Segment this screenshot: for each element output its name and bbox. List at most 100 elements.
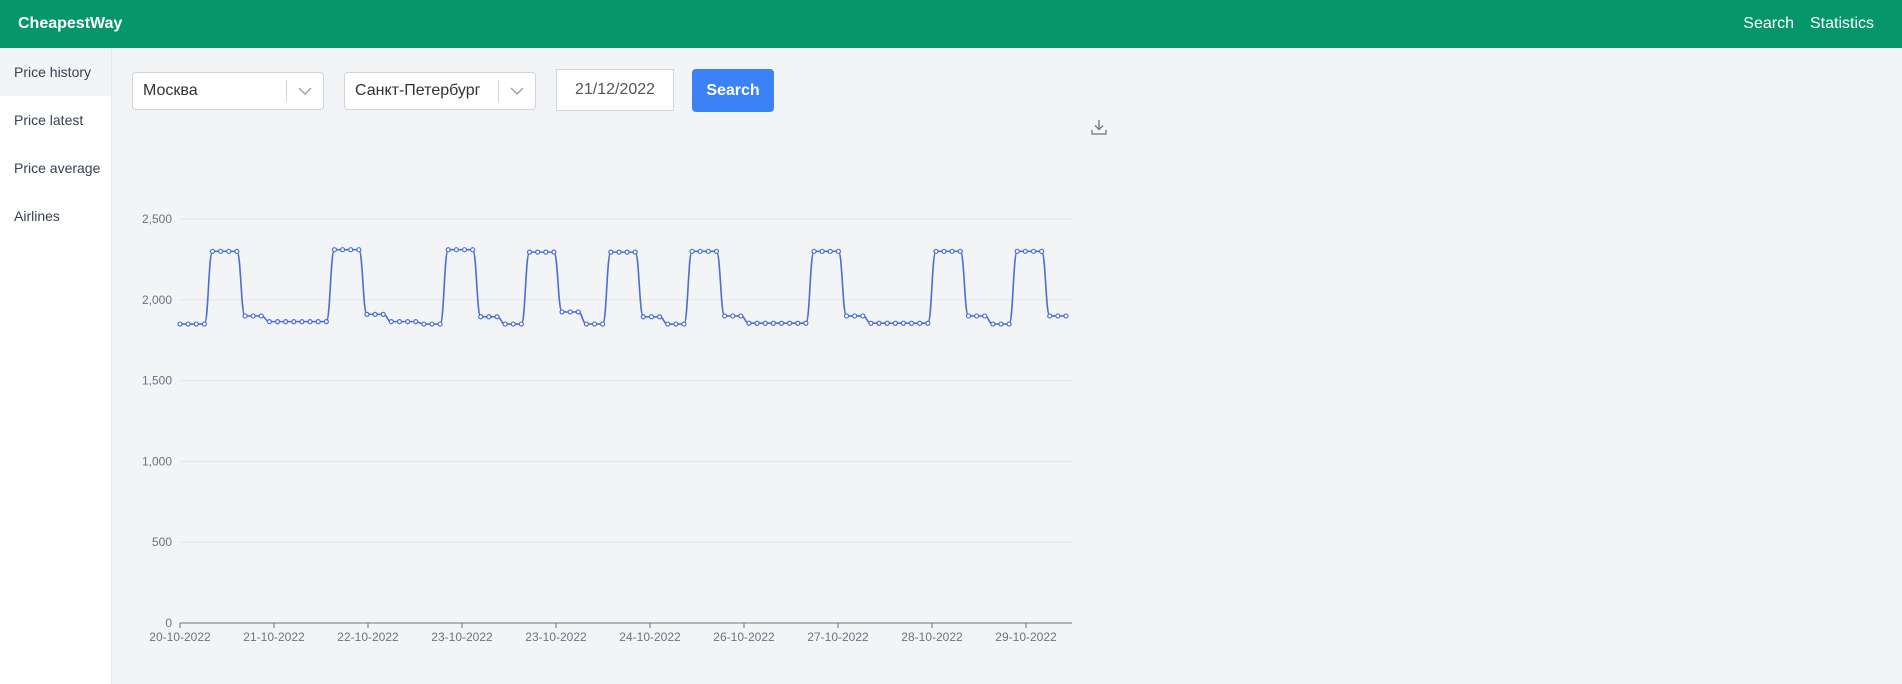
x-tick-label: 21-10-2022 — [243, 630, 305, 644]
data-point — [226, 248, 232, 254]
data-point — [624, 249, 630, 255]
x-tick-label: 27-10-2022 — [807, 630, 869, 644]
brand-logo[interactable]: CheapestWay — [18, 15, 122, 33]
data-point — [827, 248, 833, 254]
data-point — [193, 321, 199, 327]
data-point — [689, 248, 695, 254]
data-point — [551, 249, 557, 255]
data-point — [665, 321, 671, 327]
data-point — [250, 313, 256, 319]
data-point — [291, 319, 297, 325]
data-point — [177, 321, 183, 327]
main-content: Москва Санкт-Петербург Search 0 500 1,000 1… — [112, 48, 1902, 684]
x-tick-label: 24-10-2022 — [619, 630, 681, 644]
data-point — [218, 248, 224, 254]
data-point — [746, 320, 752, 326]
data-point — [1006, 321, 1012, 327]
data-point — [738, 313, 744, 319]
data-point — [600, 321, 606, 327]
data-point — [1047, 313, 1053, 319]
x-tick-label: 20-10-2022 — [149, 630, 211, 644]
data-point — [453, 247, 459, 253]
destination-select[interactable]: Санкт-Петербург — [344, 72, 536, 110]
data-point — [681, 321, 687, 327]
data-point — [274, 319, 281, 325]
chevron-down-icon[interactable] — [287, 86, 323, 96]
data-point — [299, 319, 305, 325]
y-tick-label: 500 — [152, 535, 172, 549]
download-icon[interactable] — [1090, 118, 1108, 136]
data-point — [949, 248, 955, 254]
data-point — [965, 313, 972, 319]
y-tick-label: 1,500 — [142, 374, 172, 388]
data-point — [234, 248, 240, 254]
data-point — [925, 320, 931, 326]
data-point — [1039, 248, 1045, 254]
data-point — [616, 249, 622, 255]
data-point — [957, 248, 963, 254]
data-point — [209, 248, 216, 254]
data-point — [323, 319, 329, 325]
data-point — [648, 314, 655, 320]
data-point — [372, 311, 378, 317]
data-point — [266, 319, 273, 325]
top-nav-links: Search Statistics — [1743, 15, 1874, 33]
data-point — [884, 320, 890, 326]
data-point — [778, 320, 785, 326]
data-point — [941, 248, 947, 254]
data-point — [1055, 313, 1061, 319]
data-point — [795, 320, 801, 326]
y-tick-label: 2,000 — [142, 293, 172, 307]
data-point — [575, 309, 581, 315]
y-tick-label: 2,500 — [142, 212, 172, 226]
data-point — [900, 320, 907, 326]
data-point — [730, 313, 736, 319]
data-point — [478, 314, 484, 320]
sidebar: Price history Price latest Price average… — [0, 48, 112, 684]
data-point — [429, 321, 435, 327]
data-point — [526, 249, 533, 255]
data-point — [811, 248, 817, 254]
data-point — [640, 314, 646, 320]
data-point — [445, 247, 451, 253]
data-point — [339, 247, 346, 253]
chevron-down-icon[interactable] — [499, 86, 535, 96]
sidebar-item-price-latest[interactable]: Price latest — [0, 96, 111, 144]
search-button[interactable]: Search — [692, 69, 774, 112]
data-point — [388, 319, 394, 325]
data-point — [331, 247, 338, 253]
data-point — [892, 320, 898, 326]
data-point — [502, 321, 508, 327]
data-point — [559, 309, 565, 315]
data-point — [917, 320, 923, 326]
data-point — [421, 321, 427, 327]
data-point — [1014, 248, 1020, 254]
sidebar-item-price-average[interactable]: Price average — [0, 144, 111, 192]
data-point — [591, 321, 598, 327]
data-point — [803, 320, 809, 326]
data-point — [348, 247, 354, 253]
data-point — [258, 313, 264, 319]
sidebar-item-airlines[interactable]: Airlines — [0, 192, 111, 240]
data-point — [990, 321, 996, 327]
data-point — [1030, 248, 1037, 254]
date-input[interactable] — [556, 69, 674, 111]
x-tick-label: 26-10-2022 — [713, 630, 775, 644]
data-point — [608, 249, 614, 255]
data-point — [868, 320, 874, 326]
nav-statistics-link[interactable]: Statistics — [1810, 15, 1874, 33]
data-point — [364, 311, 370, 317]
destination-select-value: Санкт-Петербург — [355, 82, 481, 99]
data-point — [843, 313, 850, 319]
x-tick-label: 29-10-2022 — [995, 630, 1057, 644]
data-point — [754, 320, 760, 326]
x-tick-label: 23-10-2022 — [525, 630, 587, 644]
data-point — [908, 320, 915, 326]
origin-select[interactable]: Москва — [132, 72, 324, 110]
sidebar-item-price-history[interactable]: Price history — [0, 48, 111, 96]
series-line — [180, 248, 1066, 325]
data-point — [697, 248, 703, 254]
nav-search-link[interactable]: Search — [1743, 15, 1794, 33]
data-point — [860, 313, 866, 319]
data-point — [518, 321, 524, 327]
